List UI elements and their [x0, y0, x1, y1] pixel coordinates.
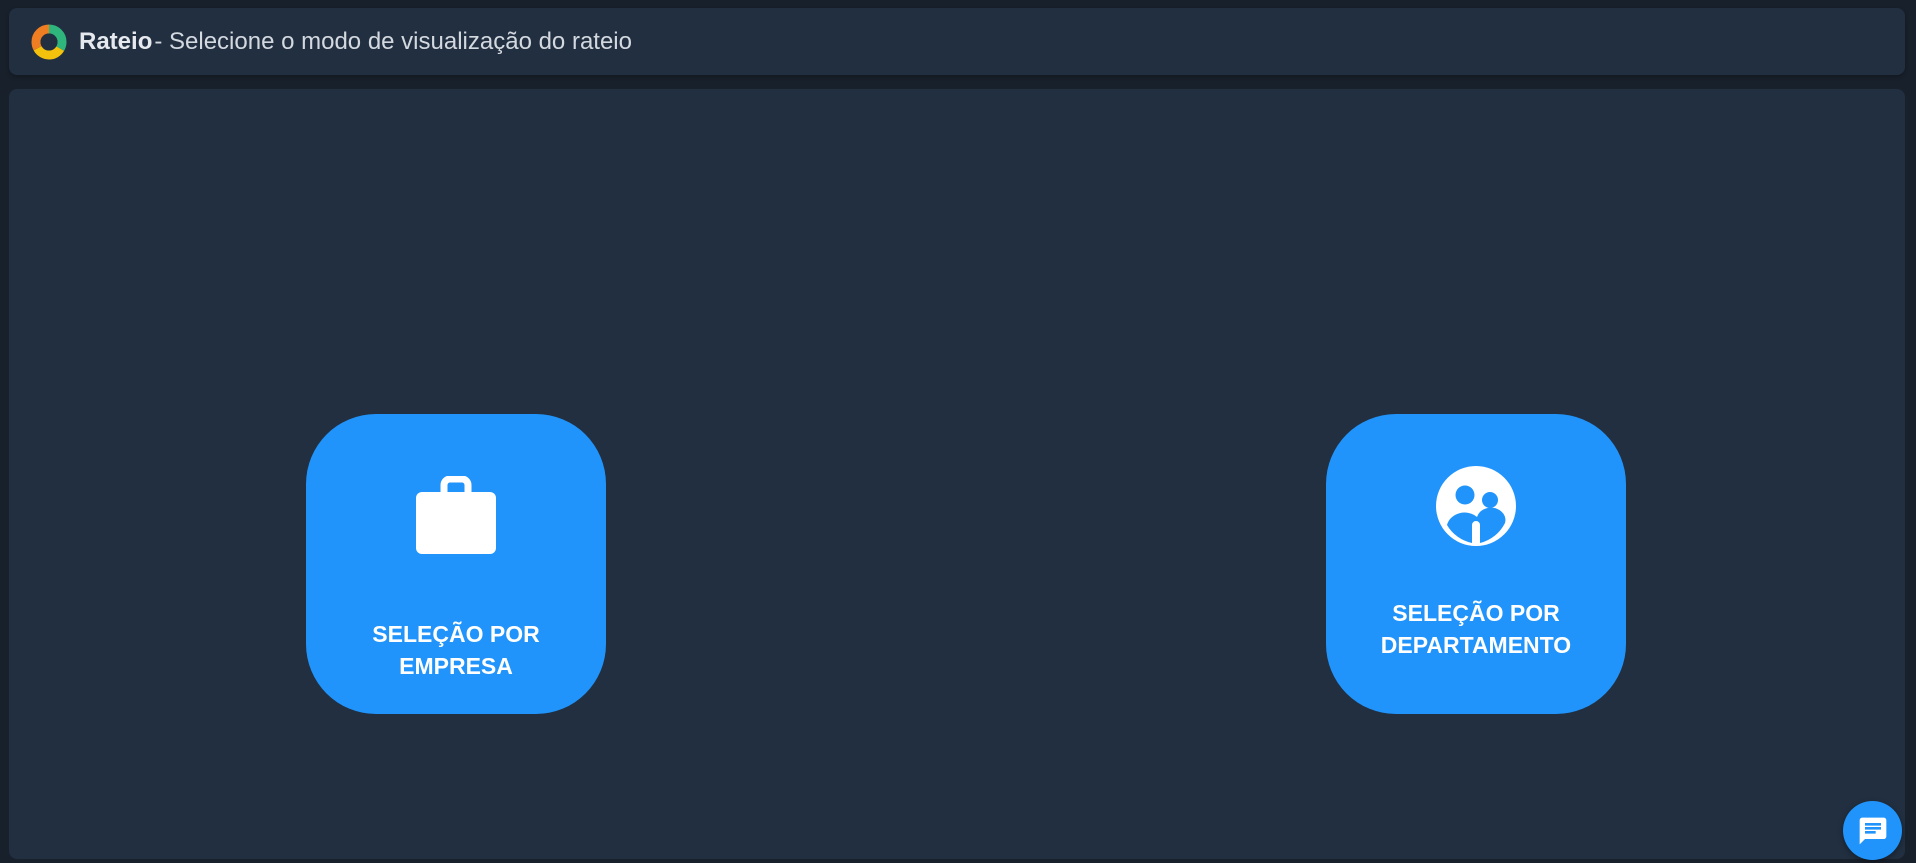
briefcase-icon	[306, 476, 606, 554]
page-header: Rateio - Selecione o modo de visualizaçã…	[9, 8, 1905, 75]
select-by-company-label: SELEÇÃO POR EMPRESA	[372, 621, 540, 679]
select-by-department-button[interactable]: SELEÇÃO POR DEPARTAMENTO	[1326, 414, 1626, 714]
select-by-company-button[interactable]: SELEÇÃO POR EMPRESA	[306, 414, 606, 714]
main-panel: SELEÇÃO POR EMPRESA SELEÇÃO POR DEPARTAM…	[9, 89, 1905, 859]
group-icon	[1326, 465, 1626, 547]
chat-button[interactable]	[1843, 801, 1902, 860]
select-by-department-label: SELEÇÃO POR DEPARTAMENTO	[1380, 600, 1572, 658]
donut-logo-icon	[31, 24, 67, 59]
chat-icon	[1859, 817, 1886, 844]
page-title: Rateio	[79, 27, 153, 55]
page-subtitle: - Selecione o modo de visualização do ra…	[154, 27, 632, 55]
